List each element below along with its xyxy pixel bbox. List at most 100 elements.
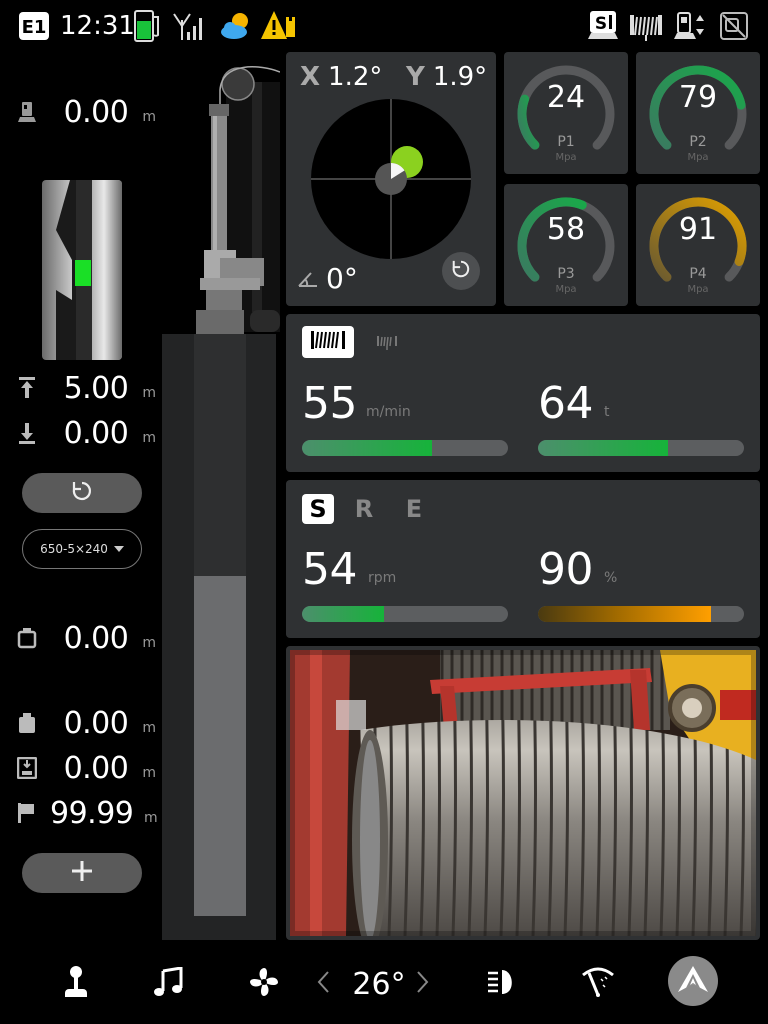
y-tilt: Y 1.9° <box>406 62 487 92</box>
arrow-down-bar-icon <box>16 421 39 445</box>
gauge-p1-unit: Mpa <box>555 152 577 163</box>
status-bar: E1 12:31 S <box>0 0 768 52</box>
headlight-button[interactable] <box>482 964 522 1004</box>
weather-icon <box>218 8 254 44</box>
chevron-left-icon <box>316 970 330 998</box>
drill-depth-value: 0.00 <box>63 94 129 130</box>
tilt-reset-button[interactable] <box>442 252 480 290</box>
brand-logo-icon <box>676 964 710 998</box>
gauge-p4-value: 91 <box>678 212 718 247</box>
aux-winch-tab[interactable] <box>376 334 398 354</box>
mode-badge-icon: E1 <box>18 8 50 44</box>
gauge-p1: 24 P1 Mpa <box>504 52 628 174</box>
bucket-depth-row: 0.00 m <box>16 618 156 658</box>
signal-icon <box>172 8 206 44</box>
brand-menu-button[interactable] <box>668 956 718 1006</box>
tool-select-value: 650-5×240 <box>40 542 108 556</box>
winch-load-value: 64 <box>538 378 594 429</box>
bottom-toolbar: 26° <box>0 944 768 1024</box>
fill-depth-value: 0.00 <box>63 705 129 741</box>
rotary-percent-bar <box>538 606 744 622</box>
music-button[interactable] <box>148 964 188 1004</box>
refresh-icon <box>71 480 93 506</box>
rig-diagram <box>160 52 281 942</box>
bucket-depth-unit: m <box>142 635 156 651</box>
temp-down-button[interactable] <box>310 964 336 1004</box>
gauge-p1-value: 24 <box>546 80 586 115</box>
hoist-up-unit: m <box>142 385 156 401</box>
rotary-rpm-unit: rpm <box>368 570 397 586</box>
rotary-percent-value: 90 <box>538 544 594 595</box>
depth-panel: 0.00 m 5.00 m 0.00 m 650-5×240 0.00 m 0.… <box>0 52 160 942</box>
warning-icon[interactable] <box>260 8 298 44</box>
drill-depth-icon <box>16 100 40 124</box>
rotary-rpm-bar <box>302 606 508 622</box>
winch-speed-bar <box>302 440 508 456</box>
save-depth-icon <box>16 756 39 780</box>
wiper-icon <box>581 967 615 1001</box>
rotary-panel: S R E 54 rpm 90 % <box>286 480 760 638</box>
tool-select[interactable]: 650-5×240 <box>22 529 142 569</box>
drill-icon <box>672 8 708 44</box>
cabin-temperature: 26° <box>352 966 406 1002</box>
winch-icon <box>310 328 346 356</box>
gauge-p3: 58 P3 Mpa <box>504 184 628 306</box>
hoist-up-row: 5.00 m <box>16 368 156 408</box>
chevron-right-icon <box>416 970 430 998</box>
clock: 12:31 <box>60 11 135 41</box>
music-icon <box>153 966 183 1001</box>
fill-icon <box>16 711 39 735</box>
fan-button[interactable] <box>244 964 284 1004</box>
x-tilt-value: 1.2° <box>328 62 383 92</box>
mode-s-tab[interactable]: S <box>302 494 334 524</box>
flag-icon <box>16 801 36 825</box>
no-camera-icon <box>718 8 750 44</box>
winch-icon <box>628 8 664 44</box>
gauge-p2-label: P2 <box>689 134 707 150</box>
gauge-p3-unit: Mpa <box>555 284 577 295</box>
rotary-rpm-bar-fill <box>302 606 385 622</box>
gauge-p3-label: P3 <box>557 266 575 282</box>
hoist-down-unit: m <box>142 430 156 446</box>
svg-text:E1: E1 <box>22 17 47 38</box>
rotary-rpm-value: 54 <box>302 544 358 595</box>
add-button[interactable] <box>22 853 142 893</box>
gauge-p2-unit: Mpa <box>687 152 709 163</box>
mode-r-tab[interactable]: R <box>348 494 380 524</box>
borehole-diagram <box>42 180 122 360</box>
winch-load-bar <box>538 440 744 456</box>
refresh-icon <box>451 259 471 283</box>
target-depth-value: 99.99 <box>50 795 134 831</box>
tilt-target <box>310 98 472 264</box>
gauge-p4-label: P4 <box>689 266 707 282</box>
y-tilt-value: 1.9° <box>432 62 488 92</box>
rotary-percent-unit: % <box>604 570 618 586</box>
winch-speed-bar-fill <box>302 440 432 456</box>
reset-button[interactable] <box>22 473 142 513</box>
fuel-icon <box>134 8 164 44</box>
gauge-p2-value: 79 <box>678 80 718 115</box>
angle-readout: 0° <box>298 262 358 295</box>
headlight-icon <box>486 968 518 1000</box>
winch-camera-feed[interactable] <box>286 646 760 940</box>
temp-up-button[interactable] <box>410 964 436 1004</box>
hoist-down-value: 0.00 <box>63 415 129 451</box>
plus-icon <box>71 860 93 886</box>
hoist-up-value: 5.00 <box>63 370 129 406</box>
svg-text:S: S <box>595 14 607 34</box>
main-winch-tab[interactable] <box>302 326 354 358</box>
y-tilt-label: Y <box>406 62 425 92</box>
winch-load-unit: t <box>604 404 610 420</box>
save-depth-unit: m <box>142 765 156 781</box>
x-tilt: X 1.2° <box>300 62 382 92</box>
hoist-down-row: 0.00 m <box>16 413 156 453</box>
winch-speed-value: 55 <box>302 378 358 429</box>
mode-e-tab[interactable]: E <box>398 494 430 524</box>
drill-depth-row: 0.00 m <box>16 92 156 132</box>
fill-depth-row: 0.00 m <box>16 703 156 743</box>
joystick-button[interactable] <box>56 964 96 1004</box>
save-depth-row: 0.00 m <box>16 748 156 788</box>
winch-load-bar-fill <box>538 440 668 456</box>
fan-icon <box>248 966 280 1002</box>
wiper-button[interactable] <box>578 964 618 1004</box>
